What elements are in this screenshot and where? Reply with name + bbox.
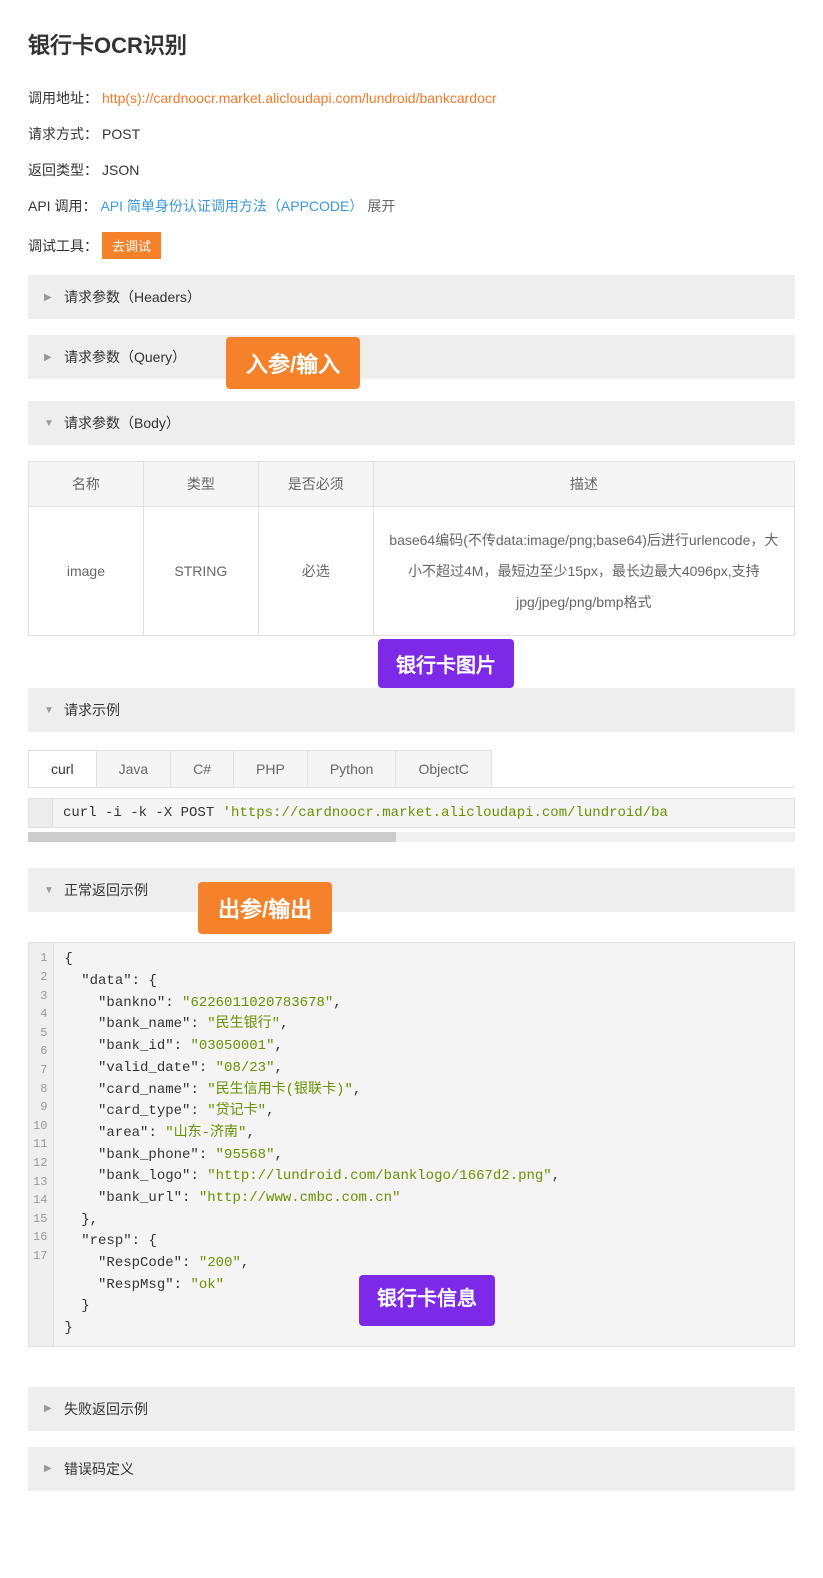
method-value: POST: [102, 126, 140, 142]
debug-row: 调试工具： 去调试: [28, 232, 795, 259]
chevron-down-icon: ▼: [44, 418, 54, 429]
json-line-numbers: 1234567891011121314151617: [29, 943, 54, 1345]
body-params-table-wrapper: 名称 类型 是否必须 描述 image STRING 必选 base64编码(不…: [28, 461, 795, 636]
debug-button[interactable]: 去调试: [102, 232, 161, 259]
section-headers[interactable]: ▶ 请求参数（Headers）: [28, 275, 795, 319]
section-body-label: 请求参数（Body）: [64, 413, 180, 433]
return-label: 返回类型：: [28, 160, 98, 180]
section-body[interactable]: ▼ 请求参数（Body）: [28, 401, 795, 445]
debug-label: 调试工具：: [28, 236, 98, 256]
section-headers-label: 请求参数（Headers）: [64, 287, 201, 307]
section-fail-response[interactable]: ▶ 失败返回示例: [28, 1387, 795, 1431]
section-request-example[interactable]: ▼ 请求示例: [28, 688, 795, 732]
th-name: 名称: [29, 462, 144, 507]
tab-php[interactable]: PHP: [233, 750, 308, 787]
api-call-row: API 调用： API 简单身份认证调用方法（APPCODE） 展开: [28, 196, 795, 216]
chevron-right-icon: ▶: [44, 292, 54, 303]
line-number: [29, 799, 53, 827]
api-call-expand[interactable]: 展开: [367, 196, 395, 216]
section-query[interactable]: ▶ 请求参数（Query）: [28, 335, 795, 379]
json-code: { "data": { "bankno": "6226011020783678"…: [54, 943, 794, 1345]
api-url-row: 调用地址： http(s)://cardnoocr.market.aliclou…: [28, 88, 795, 108]
td-desc: base64编码(不传data:image/png;base64)后进行urle…: [373, 507, 794, 636]
td-type: STRING: [143, 507, 258, 636]
url-label: 调用地址：: [28, 88, 98, 108]
horiz-scrollbar[interactable]: [28, 832, 795, 842]
method-label: 请求方式：: [28, 124, 98, 144]
td-required: 必选: [258, 507, 373, 636]
scrollbar-thumb[interactable]: [28, 832, 396, 842]
th-desc: 描述: [373, 462, 794, 507]
chevron-right-icon: ▶: [44, 352, 54, 363]
chevron-right-icon: ▶: [44, 1463, 54, 1474]
chevron-right-icon: ▶: [44, 1403, 54, 1414]
tab-csharp[interactable]: C#: [170, 750, 234, 787]
method-row: 请求方式： POST: [28, 124, 795, 144]
section-request-example-label: 请求示例: [64, 700, 120, 720]
tab-curl[interactable]: curl: [28, 750, 97, 787]
api-url-link[interactable]: http(s)://cardnoocr.market.alicloudapi.c…: [102, 90, 497, 106]
section-normal-response[interactable]: ▼ 正常返回示例: [28, 868, 795, 912]
td-name: image: [29, 507, 144, 636]
section-error-codes-label: 错误码定义: [64, 1459, 134, 1479]
code-tabs: curl Java C# PHP Python ObjectC: [28, 750, 795, 788]
page-title: 银行卡OCR识别: [28, 28, 795, 60]
return-value: JSON: [102, 162, 139, 178]
tab-objectc[interactable]: ObjectC: [395, 750, 492, 787]
return-type-row: 返回类型： JSON: [28, 160, 795, 180]
section-fail-response-label: 失败返回示例: [64, 1399, 148, 1419]
tab-java[interactable]: Java: [96, 750, 172, 787]
tab-python[interactable]: Python: [307, 750, 397, 787]
th-type: 类型: [143, 462, 258, 507]
section-query-label: 请求参数（Query）: [64, 347, 186, 367]
api-call-label: API 调用：: [28, 196, 96, 216]
api-call-link[interactable]: API 简单身份认证调用方法（APPCODE）: [100, 196, 363, 216]
chevron-down-icon: ▼: [44, 705, 54, 716]
body-params-table: 名称 类型 是否必须 描述 image STRING 必选 base64编码(不…: [28, 461, 795, 636]
th-required: 是否必须: [258, 462, 373, 507]
curl-code-line: curl -i -k -X POST 'https://cardnoocr.ma…: [53, 799, 678, 827]
json-response-block: 1234567891011121314151617 { "data": { "b…: [28, 942, 795, 1346]
chevron-down-icon: ▼: [44, 885, 54, 896]
section-error-codes[interactable]: ▶ 错误码定义: [28, 1447, 795, 1491]
section-normal-response-label: 正常返回示例: [64, 880, 148, 900]
table-row: image STRING 必选 base64编码(不传data:image/pn…: [29, 507, 795, 636]
curl-code-block: curl -i -k -X POST 'https://cardnoocr.ma…: [28, 798, 795, 828]
callout-image: 银行卡图片: [378, 639, 514, 688]
